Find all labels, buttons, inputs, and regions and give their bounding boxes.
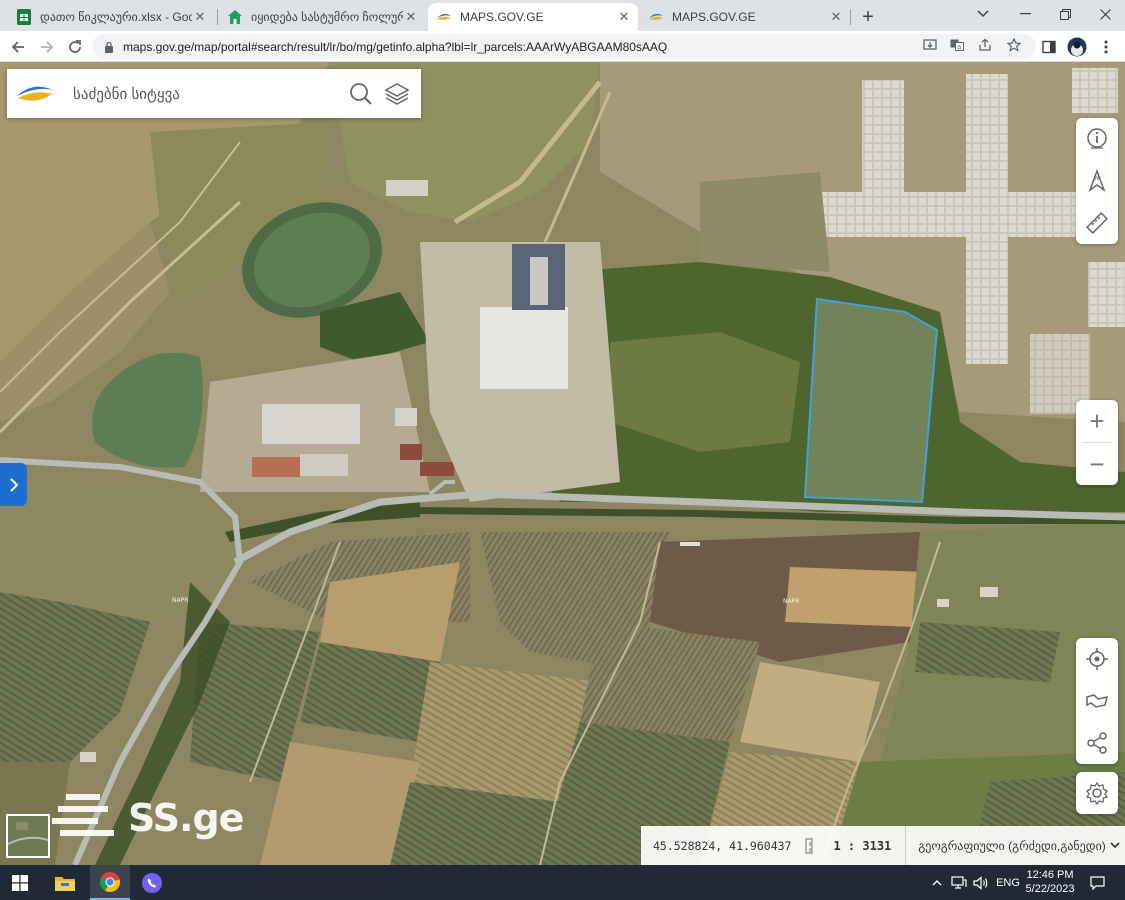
watermark-text: SS.ge <box>128 796 244 840</box>
sheets-icon <box>16 9 32 25</box>
tab-title: MAPS.GOV.GE <box>460 10 544 24</box>
tab-search-button[interactable] <box>968 3 998 25</box>
viber-taskbar-icon[interactable] <box>132 865 172 900</box>
projection-select[interactable]: გეოგრაფიული (გრძედი,განედი) <box>918 839 1106 853</box>
lock-icon <box>105 41 113 53</box>
tab-ss-listing[interactable]: იყიდება სასტუმრო ჩოლურგი ✕ <box>219 3 425 31</box>
volume-icon[interactable] <box>970 865 992 900</box>
napr-label: NAPR <box>783 598 799 605</box>
clock-time: 12:46 PM <box>1026 869 1074 881</box>
napr-logo-icon <box>17 86 53 101</box>
cursor-coordinates: 45.528824, 41.960437 <box>653 838 792 853</box>
close-window-button[interactable] <box>1090 3 1120 25</box>
search-icon[interactable] <box>343 76 379 112</box>
network-icon[interactable] <box>948 865 970 900</box>
forward-button[interactable] <box>35 35 59 59</box>
notifications-icon[interactable] <box>1086 865 1108 900</box>
tab-google-sheets[interactable]: დათო წიკლაური.xlsx - Google Sheets ✕ <box>8 3 214 31</box>
reload-icon <box>69 40 81 53</box>
svg-text:N: N <box>1095 175 1100 182</box>
satellite-imagery: NAPR NAPR <box>0 62 1125 865</box>
windows-logo-icon <box>12 874 28 891</box>
install-app-icon[interactable] <box>919 34 941 56</box>
maps-gov-icon <box>648 9 664 25</box>
chevron-right-icon <box>9 477 18 492</box>
settings-icon[interactable] <box>1076 772 1118 814</box>
tray-overflow-icon[interactable] <box>928 865 946 900</box>
file-explorer-icon[interactable] <box>45 865 85 900</box>
chevron-down-icon[interactable] <box>1110 840 1120 852</box>
zoom-in-button[interactable]: + <box>1076 400 1118 442</box>
ss-home-icon <box>227 9 243 25</box>
zoom-control: + − <box>1076 400 1118 485</box>
info-icon[interactable] <box>1076 118 1118 160</box>
zoom-in-label: + <box>1089 405 1105 436</box>
chrome-taskbar-icon[interactable] <box>90 865 130 900</box>
profile-avatar[interactable] <box>1065 35 1089 59</box>
back-arrow-icon <box>11 41 24 53</box>
layers-icon[interactable] <box>379 76 415 112</box>
zoom-out-button[interactable]: − <box>1076 443 1118 485</box>
tab-separator <box>217 9 218 25</box>
restore-button[interactable] <box>1050 3 1080 25</box>
zoom-out-label: − <box>1089 448 1105 479</box>
new-tab-button[interactable]: + <box>856 5 880 29</box>
tab-title: იყიდება სასტუმრო ჩოლურგი <box>251 10 403 24</box>
system-clock[interactable]: 12:46 PM 5/22/2023 <box>1017 868 1083 896</box>
basemap-switcher-thumbnail[interactable] <box>6 814 50 858</box>
close-tab-icon[interactable]: ✕ <box>403 9 419 25</box>
napr-label: NAPR <box>172 597 188 604</box>
tab-title: MAPS.GOV.GE <box>672 10 756 24</box>
menu-kebab-icon[interactable] <box>1094 35 1118 59</box>
map-search-box[interactable]: საძებნი სიტყვა <box>7 69 421 118</box>
address-bar[interactable]: maps.gov.ge/map/portal#search/result/lr/… <box>92 34 1036 59</box>
windows-taskbar: ENG 12:46 PM 5/22/2023 <box>0 865 1125 900</box>
map-actions-group <box>1076 638 1118 764</box>
close-tab-icon[interactable]: ✕ <box>192 9 208 25</box>
ss-ge-logo-icon <box>52 794 114 836</box>
search-input[interactable]: საძებნი სიტყვა <box>73 85 343 103</box>
draw-icon[interactable] <box>1076 680 1118 722</box>
tab-maps-gov[interactable]: MAPS.GOV.GE ✕ <box>640 3 850 31</box>
reload-button[interactable] <box>63 35 87 59</box>
tab-strip: დათო წიკლაური.xlsx - Google Sheets ✕ იყი… <box>0 0 1125 31</box>
minimize-button[interactable] <box>1010 3 1040 25</box>
sidebar-toggle-button[interactable] <box>0 463 27 506</box>
status-divider <box>905 826 907 865</box>
translate-icon[interactable]: A <box>946 34 968 56</box>
share-page-icon[interactable] <box>974 34 996 56</box>
clock-date: 5/22/2023 <box>1025 883 1075 895</box>
tab-separator <box>850 9 851 25</box>
map-viewport[interactable]: NAPR NAPR საძებნი სიტყვა N + − SS.ge 45.… <box>0 62 1125 865</box>
url-text: maps.gov.ge/map/portal#search/result/lr/… <box>123 39 668 54</box>
maps-gov-icon <box>436 9 452 25</box>
close-tab-icon[interactable]: ✕ <box>616 9 632 25</box>
side-panel-icon[interactable] <box>1037 35 1061 59</box>
tab-title: დათო წიკლაური.xlsx - Google Sheets <box>40 10 192 24</box>
settings-group <box>1076 772 1118 814</box>
map-scale[interactable]: 1 : 3131 <box>833 839 891 853</box>
close-tab-icon[interactable]: ✕ <box>828 9 844 25</box>
browser-toolbar: maps.gov.ge/map/portal#search/result/lr/… <box>0 31 1125 62</box>
ruler-icon[interactable] <box>803 837 821 855</box>
map-status-bar: 45.528824, 41.960437 1 : 3131 გეოგრაფიულ… <box>641 826 1125 865</box>
tab-maps-gov-active[interactable]: MAPS.GOV.GE ✕ <box>428 3 638 31</box>
ss-ge-watermark: SS.ge <box>52 792 244 844</box>
map-tools-group: N <box>1076 118 1118 244</box>
windows-start-button[interactable] <box>0 865 40 900</box>
forward-arrow-icon <box>41 41 54 53</box>
locate-icon[interactable] <box>1076 638 1118 680</box>
back-button[interactable] <box>6 35 30 59</box>
parcel-fill <box>805 299 937 502</box>
bookmark-star-icon[interactable] <box>1003 34 1025 56</box>
share-icon[interactable] <box>1076 722 1118 764</box>
compass-icon[interactable]: N <box>1076 160 1118 202</box>
measure-icon[interactable] <box>1076 202 1118 244</box>
